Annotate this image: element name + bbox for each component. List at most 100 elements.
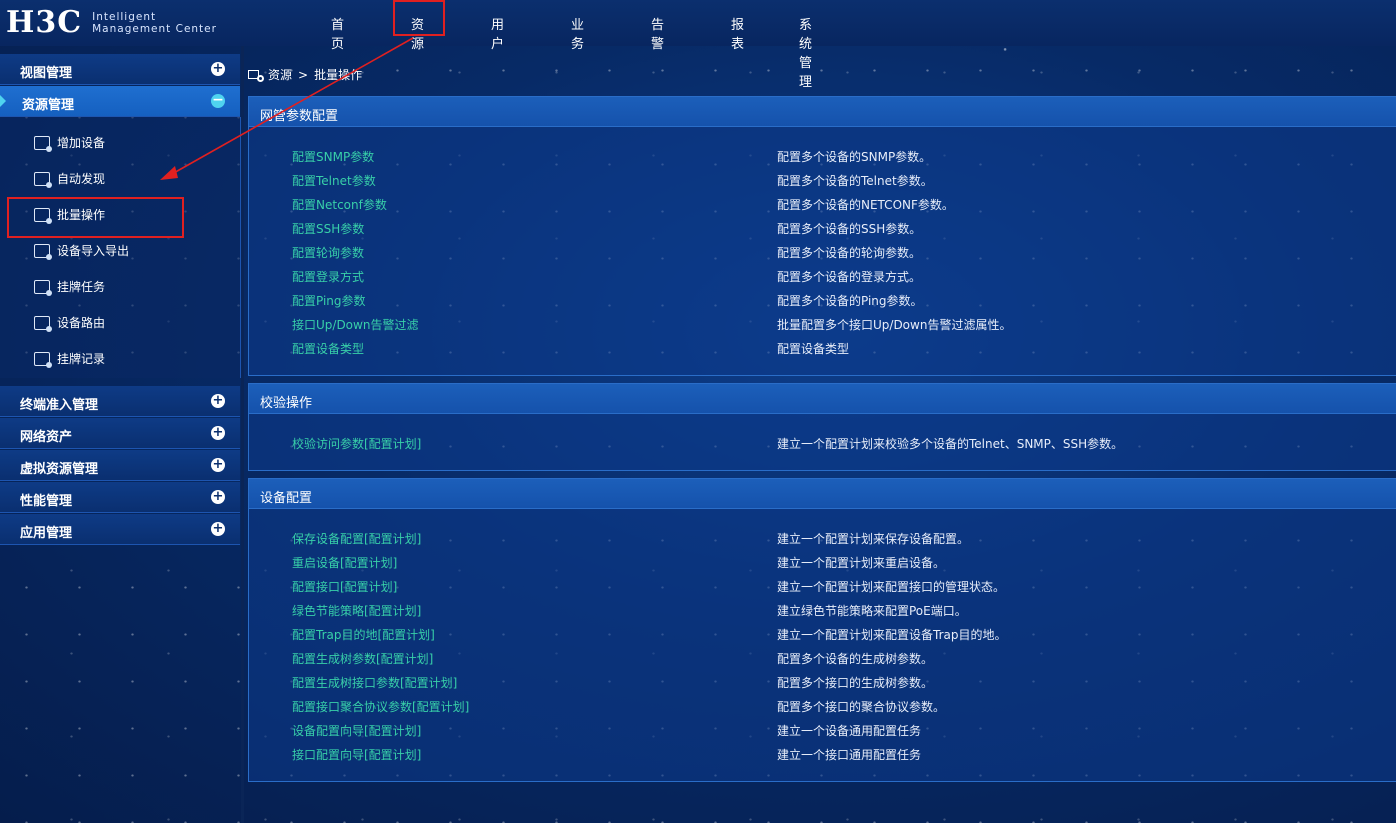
- list-item: 设备配置向导[配置计划] 建立一个设备通用配置任务: [249, 722, 1396, 738]
- logo-line-1: Intelligent: [92, 11, 157, 23]
- sidebar-divider: [241, 46, 244, 823]
- action-description: 配置设备类型: [777, 342, 850, 356]
- logo-mark: H3C: [6, 5, 83, 40]
- action-link[interactable]: 配置生成树接口参数[配置计划]: [292, 674, 457, 691]
- panel-title: 校验操作: [249, 384, 1396, 414]
- sidebar-item-add-device[interactable]: 增加设备: [34, 134, 106, 152]
- nav-alarm[interactable]: 告警: [651, 14, 664, 52]
- list-item: 校验访问参数[配置计划] 建立一个配置计划来校验多个设备的Telnet、SNMP、…: [249, 435, 1396, 451]
- list-item: 配置生成树接口参数[配置计划] 配置多个接口的生成树参数。: [249, 674, 1396, 690]
- panel-device-config: 设备配置 保存设备配置[配置计划] 建立一个配置计划来保存设备配置。 重启设备[配…: [248, 478, 1396, 782]
- sidebar-section-application[interactable]: 应用管理 +: [0, 514, 240, 545]
- annotation-box-nav: [393, 0, 445, 36]
- expand-plus-icon[interactable]: +: [211, 62, 225, 76]
- logo-line-2: Management Center: [92, 23, 217, 35]
- logo-text: Intelligent Management Center: [92, 11, 217, 35]
- breadcrumb-separator: >: [298, 67, 309, 82]
- list-item: 配置登录方式 配置多个设备的登录方式。: [249, 268, 1396, 284]
- expand-plus-icon[interactable]: +: [211, 394, 225, 408]
- sidebar-item-auto-discover[interactable]: 自动发现: [34, 170, 106, 188]
- panel-verify: 校验操作 校验访问参数[配置计划] 建立一个配置计划来校验多个设备的Telnet、…: [248, 383, 1396, 471]
- action-description: 配置多个设备的SSH参数。: [777, 222, 922, 236]
- action-description: 配置多个接口的生成树参数。: [777, 676, 934, 690]
- sidebar-item-tag-task[interactable]: 挂牌任务: [34, 278, 105, 296]
- action-link[interactable]: 接口配置向导[配置计划]: [292, 746, 421, 763]
- expand-plus-icon[interactable]: +: [211, 522, 225, 536]
- list-item: 保存设备配置[配置计划] 建立一个配置计划来保存设备配置。: [249, 530, 1396, 546]
- sidebar-section-endpoint-access[interactable]: 终端准入管理 +: [0, 386, 240, 417]
- sidebar-section-network-assets[interactable]: 网络资产 +: [0, 418, 240, 449]
- expand-plus-icon[interactable]: +: [211, 490, 225, 504]
- list-item: 配置轮询参数 配置多个设备的轮询参数。: [249, 244, 1396, 260]
- collapse-minus-icon[interactable]: −: [211, 93, 225, 108]
- tag-record-icon: [34, 351, 52, 368]
- action-link[interactable]: 配置Ping参数: [292, 292, 366, 309]
- action-description: 建立一个接口通用配置任务: [777, 748, 922, 762]
- action-link[interactable]: 重启设备[配置计划]: [292, 554, 397, 571]
- action-description: 建立一个配置计划来重启设备。: [777, 556, 946, 570]
- action-link[interactable]: 配置Trap目的地[配置计划]: [292, 626, 435, 643]
- nav-report[interactable]: 报表: [731, 14, 744, 52]
- action-link[interactable]: 校验访问参数[配置计划]: [292, 435, 421, 452]
- sidebar-section-label: 性能管理: [20, 494, 73, 509]
- expand-plus-icon[interactable]: +: [211, 458, 225, 472]
- top-bar: H3C Intelligent Management Center 首页 资源 …: [0, 0, 1396, 90]
- list-item: 配置SNMP参数 配置多个设备的SNMP参数。: [249, 148, 1396, 164]
- action-link[interactable]: 配置设备类型: [292, 340, 364, 357]
- import-export-icon: [34, 243, 52, 260]
- sidebar-section-label: 虚拟资源管理: [20, 462, 99, 477]
- sidebar-section-label: 网络资产: [20, 430, 73, 445]
- action-description: 配置多个设备的登录方式。: [777, 270, 922, 284]
- sidebar-section-virtual-resource[interactable]: 虚拟资源管理 +: [0, 450, 240, 481]
- sidebar-section-label: 视图管理: [20, 66, 73, 81]
- list-item: 配置设备类型 配置设备类型: [249, 340, 1396, 356]
- h3c-logo: H3C Intelligent Management Center: [6, 6, 217, 40]
- sidebar-section-resource[interactable]: 资源管理 −: [0, 86, 240, 117]
- panel-nms-params: 网管参数配置 配置SNMP参数 配置多个设备的SNMP参数。 配置Telnet参数…: [248, 96, 1396, 376]
- action-description: 配置多个设备的轮询参数。: [777, 246, 922, 260]
- action-link[interactable]: 接口Up/Down告警过滤: [292, 316, 418, 333]
- sidebar-item-import-export[interactable]: 设备导入导出: [34, 242, 129, 260]
- nav-system[interactable]: 系统管理: [799, 14, 812, 90]
- list-item: 配置接口聚合协议参数[配置计划] 配置多个接口的聚合协议参数。: [249, 698, 1396, 714]
- action-link[interactable]: 配置Netconf参数: [292, 196, 387, 213]
- breadcrumb: 资源 > 批量操作: [248, 66, 362, 83]
- action-link[interactable]: 设备配置向导[配置计划]: [292, 722, 421, 739]
- action-link[interactable]: 配置接口聚合协议参数[配置计划]: [292, 698, 469, 715]
- nav-service[interactable]: 业务: [571, 14, 584, 52]
- action-link[interactable]: 配置接口[配置计划]: [292, 578, 397, 595]
- action-link[interactable]: 配置登录方式: [292, 268, 364, 285]
- list-item: 重启设备[配置计划] 建立一个配置计划来重启设备。: [249, 554, 1396, 570]
- nav-home[interactable]: 首页: [331, 14, 344, 52]
- sidebar-section-view[interactable]: 视图管理 +: [0, 54, 240, 85]
- list-item: 配置生成树参数[配置计划] 配置多个设备的生成树参数。: [249, 650, 1396, 666]
- action-link[interactable]: 保存设备配置[配置计划]: [292, 530, 421, 547]
- action-link[interactable]: 配置轮询参数: [292, 244, 364, 261]
- annotation-box-sidebar: [7, 197, 184, 238]
- list-item: 配置Ping参数 配置多个设备的Ping参数。: [249, 292, 1396, 308]
- nav-user[interactable]: 用户: [491, 14, 504, 52]
- sidebar-item-label: 设备路由: [57, 316, 106, 330]
- sidebar-item-device-route[interactable]: 设备路由: [34, 314, 106, 332]
- action-description: 建立一个配置计划来配置接口的管理状态。: [777, 580, 1006, 594]
- sidebar-item-label: 增加设备: [57, 136, 106, 150]
- sidebar-item-label: 挂牌记录: [57, 352, 106, 366]
- breadcrumb-root[interactable]: 资源: [268, 66, 292, 83]
- action-link[interactable]: 绿色节能策略[配置计划]: [292, 602, 421, 619]
- action-link[interactable]: 配置SSH参数: [292, 220, 364, 237]
- action-link[interactable]: 配置Telnet参数: [292, 172, 376, 189]
- auto-discover-icon: [34, 171, 52, 188]
- list-item: 接口Up/Down告警过滤 批量配置多个接口Up/Down告警过滤属性。: [249, 316, 1396, 332]
- action-link[interactable]: 配置生成树参数[配置计划]: [292, 650, 433, 667]
- sidebar-section-label: 终端准入管理: [20, 398, 99, 413]
- action-description: 建立一个配置计划来保存设备配置。: [777, 532, 970, 546]
- sidebar-item-tag-record[interactable]: 挂牌记录: [34, 350, 106, 368]
- action-description: 批量配置多个接口Up/Down告警过滤属性。: [777, 318, 1012, 332]
- action-link[interactable]: 配置SNMP参数: [292, 148, 374, 165]
- active-caret-icon: [0, 95, 6, 107]
- sidebar-section-performance[interactable]: 性能管理 +: [0, 482, 240, 513]
- sidebar-item-label: 自动发现: [57, 172, 106, 186]
- expand-plus-icon[interactable]: +: [211, 426, 225, 440]
- action-description: 配置多个设备的NETCONF参数。: [777, 198, 954, 212]
- add-device-icon: [34, 135, 52, 152]
